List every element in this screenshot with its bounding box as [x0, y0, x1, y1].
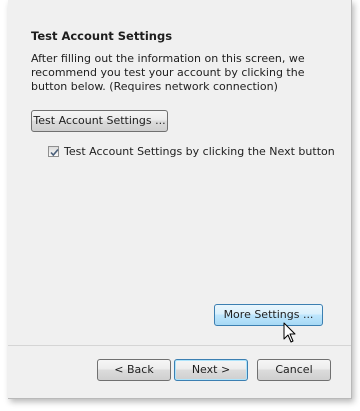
description-text: After filling out the information on thi…: [31, 52, 305, 93]
section-title: Test Account Settings: [31, 29, 173, 43]
next-button[interactable]: Next >: [174, 359, 248, 381]
more-settings-button[interactable]: More Settings ...: [214, 304, 323, 326]
content-panel: Test Account Settings After filling out …: [8, 0, 351, 345]
back-button[interactable]: < Back: [97, 359, 171, 381]
auto-test-checkbox-label: Test Account Settings by clicking the Ne…: [64, 144, 335, 158]
checkmark-icon: [50, 148, 59, 156]
mouse-pointer-icon: [283, 322, 296, 343]
auto-test-checkbox[interactable]: [48, 145, 59, 157]
test-account-settings-button[interactable]: Test Account Settings ...: [31, 110, 168, 132]
footer-separator: [8, 345, 351, 346]
auto-test-checkbox-row[interactable]: Test Account Settings by clicking the Ne…: [48, 143, 335, 159]
dialog-window: Test Account Settings After filling out …: [8, 0, 352, 399]
cancel-button[interactable]: Cancel: [257, 359, 331, 381]
